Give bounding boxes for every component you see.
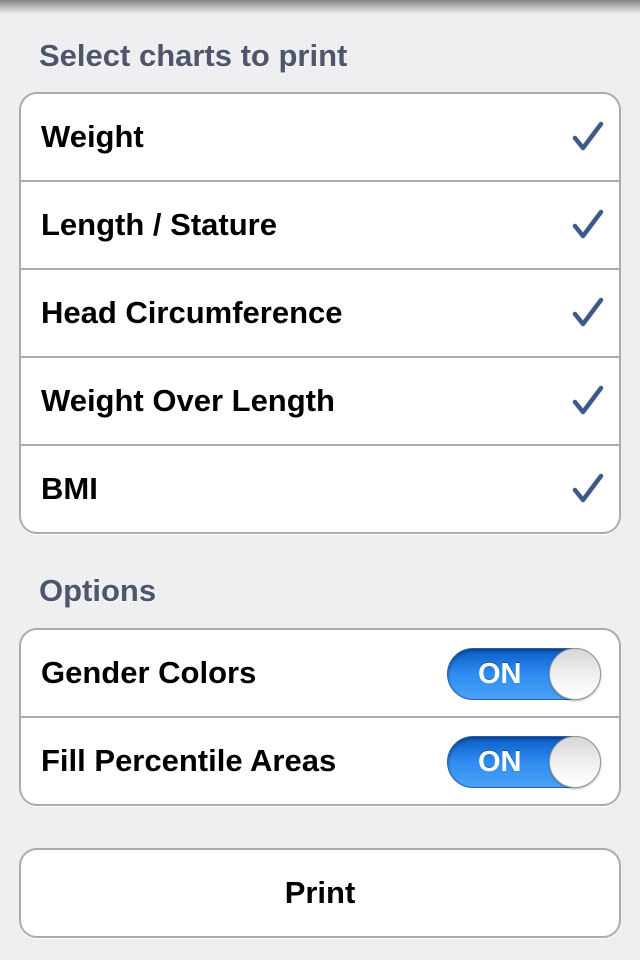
checkmark-icon bbox=[572, 473, 604, 503]
chart-option-head-circumference[interactable]: Head Circumference bbox=[21, 270, 619, 358]
chart-option-bmi[interactable]: BMI bbox=[21, 446, 619, 532]
print-button-label: Print bbox=[284, 875, 356, 910]
option-row-gender-colors: Gender Colors ON bbox=[21, 630, 619, 718]
gender-colors-toggle[interactable]: ON bbox=[447, 648, 601, 700]
print-button[interactable]: Print bbox=[19, 848, 621, 938]
charts-list: Weight Length / Stature Head Circumferen… bbox=[19, 92, 621, 534]
toggle-knob[interactable] bbox=[549, 648, 601, 700]
chart-option-label: Weight bbox=[41, 119, 144, 154]
option-label: Gender Colors bbox=[41, 655, 257, 690]
chart-option-label: Weight Over Length bbox=[41, 383, 335, 418]
toggle-knob[interactable] bbox=[549, 736, 601, 788]
option-label: Fill Percentile Areas bbox=[41, 743, 337, 778]
chart-option-weight-over-length[interactable]: Weight Over Length bbox=[21, 358, 619, 446]
option-row-fill-percentile-areas: Fill Percentile Areas ON bbox=[21, 718, 619, 804]
checkmark-icon bbox=[572, 385, 604, 415]
chart-option-label: Head Circumference bbox=[41, 295, 343, 330]
chart-option-weight[interactable]: Weight bbox=[21, 94, 619, 182]
toggle-state-text: ON bbox=[478, 746, 522, 778]
top-shadow bbox=[0, 0, 640, 14]
checkmark-icon bbox=[572, 121, 604, 151]
chart-option-label: BMI bbox=[41, 471, 98, 506]
charts-section-header: Select charts to print bbox=[39, 38, 348, 73]
options-section-header: Options bbox=[39, 573, 157, 608]
checkmark-icon bbox=[572, 209, 604, 239]
fill-percentile-areas-toggle[interactable]: ON bbox=[447, 736, 601, 788]
toggle-state-text: ON bbox=[478, 658, 522, 690]
chart-option-label: Length / Stature bbox=[41, 207, 277, 242]
chart-option-length-stature[interactable]: Length / Stature bbox=[21, 182, 619, 270]
checkmark-icon bbox=[572, 297, 604, 327]
options-list: Gender Colors ON Fill Percentile Areas O… bbox=[19, 628, 621, 806]
